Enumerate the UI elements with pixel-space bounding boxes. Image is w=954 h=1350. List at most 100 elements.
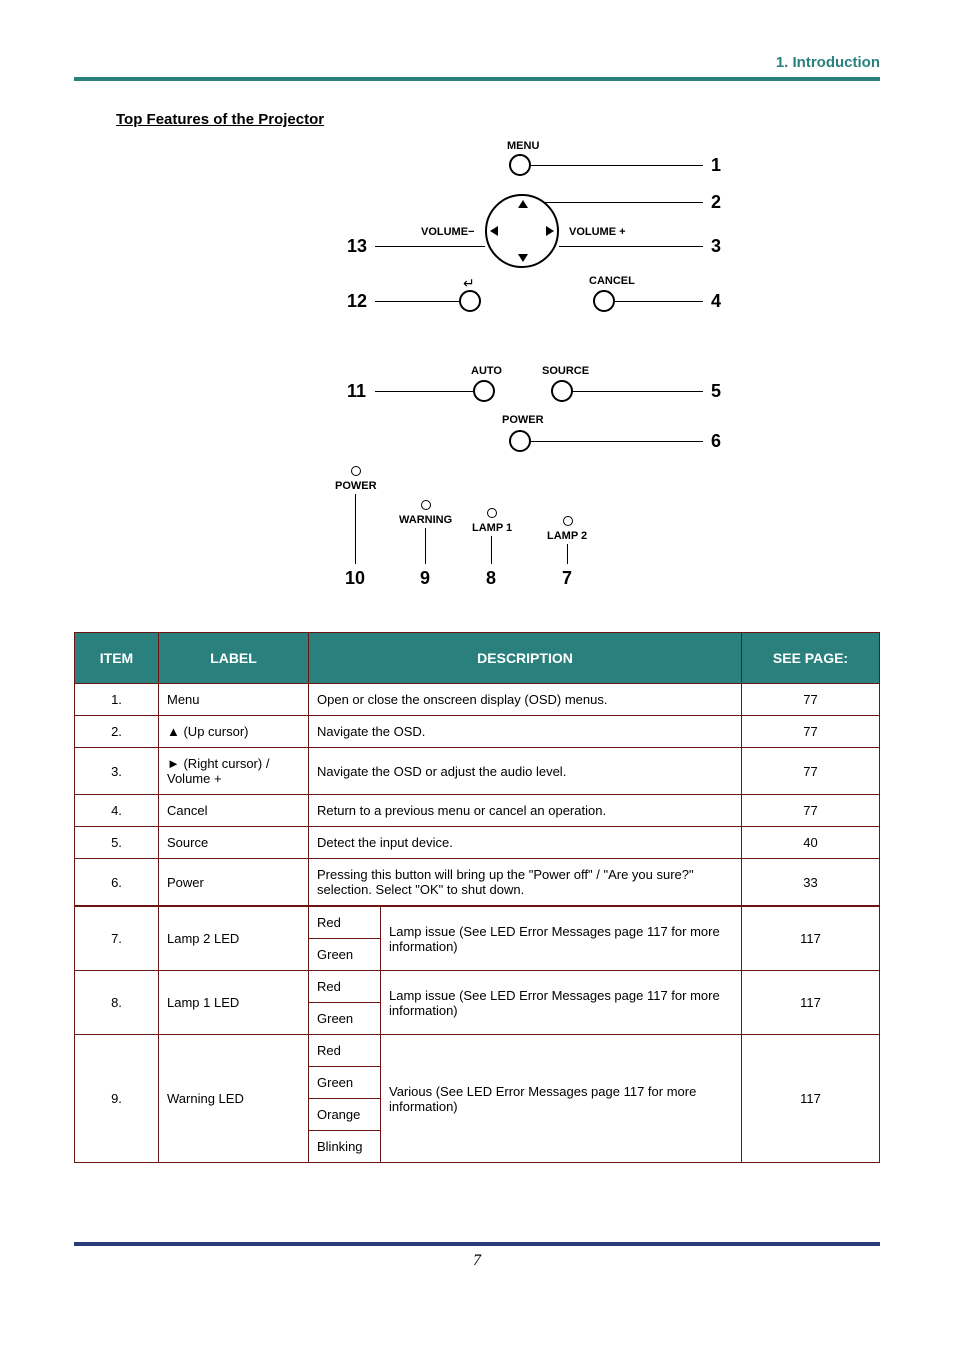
lamp2-led-label: LAMP 2: [547, 530, 587, 542]
leader-10v: [355, 494, 356, 564]
leader-9v: [425, 528, 426, 564]
cell-page: 77: [742, 795, 880, 827]
cancel-label: CANCEL: [589, 275, 635, 287]
callout-8: 8: [486, 568, 496, 589]
th-item: ITEM: [75, 633, 159, 684]
cell-page: 117: [742, 907, 880, 971]
cell-label: Lamp 1 LED: [159, 971, 309, 1035]
table-row: 4. Cancel Return to a previous menu or c…: [75, 795, 880, 827]
warning-led-label: WARNING: [399, 514, 452, 526]
features-table: ITEM LABEL DESCRIPTION SEE PAGE: 1. Menu…: [74, 632, 880, 906]
callout-2: 2: [711, 192, 721, 213]
menu-button[interactable]: [509, 154, 531, 176]
callout-3: 3: [711, 236, 721, 257]
cell-sub: Red: [309, 907, 381, 939]
leader-13: [375, 246, 485, 247]
callout-5: 5: [711, 381, 721, 402]
cell-desc: Various (See LED Error Messages page 117…: [381, 1035, 742, 1163]
up-arrow-icon: [518, 200, 528, 208]
cell-desc: Return to a previous menu or cancel an o…: [309, 795, 742, 827]
power-led: [351, 466, 361, 476]
down-arrow-icon: [518, 254, 528, 262]
volume-plus-label: VOLUME +: [569, 226, 626, 238]
cell-page: 77: [742, 716, 880, 748]
auto-label: AUTO: [471, 365, 502, 377]
cell-label: Menu: [159, 684, 309, 716]
cell-desc: Lamp issue (See LED Error Messages page …: [381, 971, 742, 1035]
volume-minus-label: VOLUME−: [421, 226, 474, 238]
menu-label: MENU: [507, 140, 539, 152]
leader-1: [531, 165, 703, 166]
auto-button[interactable]: [473, 380, 495, 402]
control-panel-diagram: MENU VOLUME− VOLUME + CANCEL ↵ AUTO SOUR…: [127, 140, 827, 610]
lamp2-led: [563, 516, 573, 526]
cell-page: 40: [742, 827, 880, 859]
cell-page: 77: [742, 748, 880, 795]
page-footer: 7: [74, 1242, 880, 1270]
cell-sub: Green: [309, 939, 381, 971]
callout-12: 12: [347, 291, 367, 312]
cell-desc: Navigate the OSD.: [309, 716, 742, 748]
cell-item: 2.: [75, 716, 159, 748]
callout-7: 7: [562, 568, 572, 589]
cell-item: 7.: [75, 907, 159, 971]
callout-13: 13: [347, 236, 367, 257]
cell-sub: Red: [309, 1035, 381, 1067]
cell-desc: Detect the input device.: [309, 827, 742, 859]
cell-page: 33: [742, 859, 880, 906]
callout-10: 10: [345, 568, 365, 589]
leader-12: [375, 301, 459, 302]
table-row: 6. Power Pressing this button will bring…: [75, 859, 880, 906]
section-title: Top Features of the Projector: [116, 111, 880, 128]
cell-item: 9.: [75, 1035, 159, 1163]
table-header-row: ITEM LABEL DESCRIPTION SEE PAGE:: [75, 633, 880, 684]
callout-9: 9: [420, 568, 430, 589]
th-desc: DESCRIPTION: [309, 633, 742, 684]
leader-2: [543, 202, 703, 203]
cell-item: 8.: [75, 971, 159, 1035]
cell-label: Power: [159, 859, 309, 906]
cell-label: Cancel: [159, 795, 309, 827]
header-title: 1. Introduction: [74, 54, 880, 71]
enter-button[interactable]: [459, 290, 481, 312]
cell-desc: Pressing this button will bring up the "…: [309, 859, 742, 906]
cell-desc: Open or close the onscreen display (OSD)…: [309, 684, 742, 716]
table-row: 7. Lamp 2 LED Red Lamp issue (See LED Er…: [75, 907, 880, 939]
power-button[interactable]: [509, 430, 531, 452]
th-label: LABEL: [159, 633, 309, 684]
cell-page: 117: [742, 971, 880, 1035]
lamp1-led-label: LAMP 1: [472, 522, 512, 534]
leader-8v: [491, 536, 492, 564]
footer-rule: [74, 1242, 880, 1246]
cell-label: Warning LED: [159, 1035, 309, 1163]
cell-page: 117: [742, 1035, 880, 1163]
left-arrow-icon: [490, 226, 498, 236]
table-row: 1. Menu Open or close the onscreen displ…: [75, 684, 880, 716]
th-page: SEE PAGE:: [742, 633, 880, 684]
cell-label: ► (Right cursor) / Volume +: [159, 748, 309, 795]
cell-item: 6.: [75, 859, 159, 906]
cell-sub: Blinking: [309, 1131, 381, 1163]
leader-4: [615, 301, 703, 302]
cancel-button[interactable]: [593, 290, 615, 312]
cell-sub: Red: [309, 971, 381, 1003]
cell-page: 77: [742, 684, 880, 716]
cell-label: Lamp 2 LED: [159, 907, 309, 971]
callout-1: 1: [711, 155, 721, 176]
page-number: 7: [74, 1252, 880, 1270]
power-led-label: POWER: [335, 480, 377, 492]
source-button[interactable]: [551, 380, 573, 402]
cell-sub: Green: [309, 1003, 381, 1035]
lamp1-led: [487, 508, 497, 518]
leader-6: [531, 441, 703, 442]
table-row: 5. Source Detect the input device. 40: [75, 827, 880, 859]
source-label: SOURCE: [542, 365, 589, 377]
cell-desc: Navigate the OSD or adjust the audio lev…: [309, 748, 742, 795]
cell-item: 4.: [75, 795, 159, 827]
table-row: 2. ▲ (Up cursor) Navigate the OSD. 77: [75, 716, 880, 748]
cell-sub: Green: [309, 1067, 381, 1099]
power-button-label: POWER: [502, 414, 544, 426]
callout-6: 6: [711, 431, 721, 452]
leader-7v: [567, 544, 568, 564]
features-table-sub: 7. Lamp 2 LED Red Lamp issue (See LED Er…: [74, 906, 880, 1163]
